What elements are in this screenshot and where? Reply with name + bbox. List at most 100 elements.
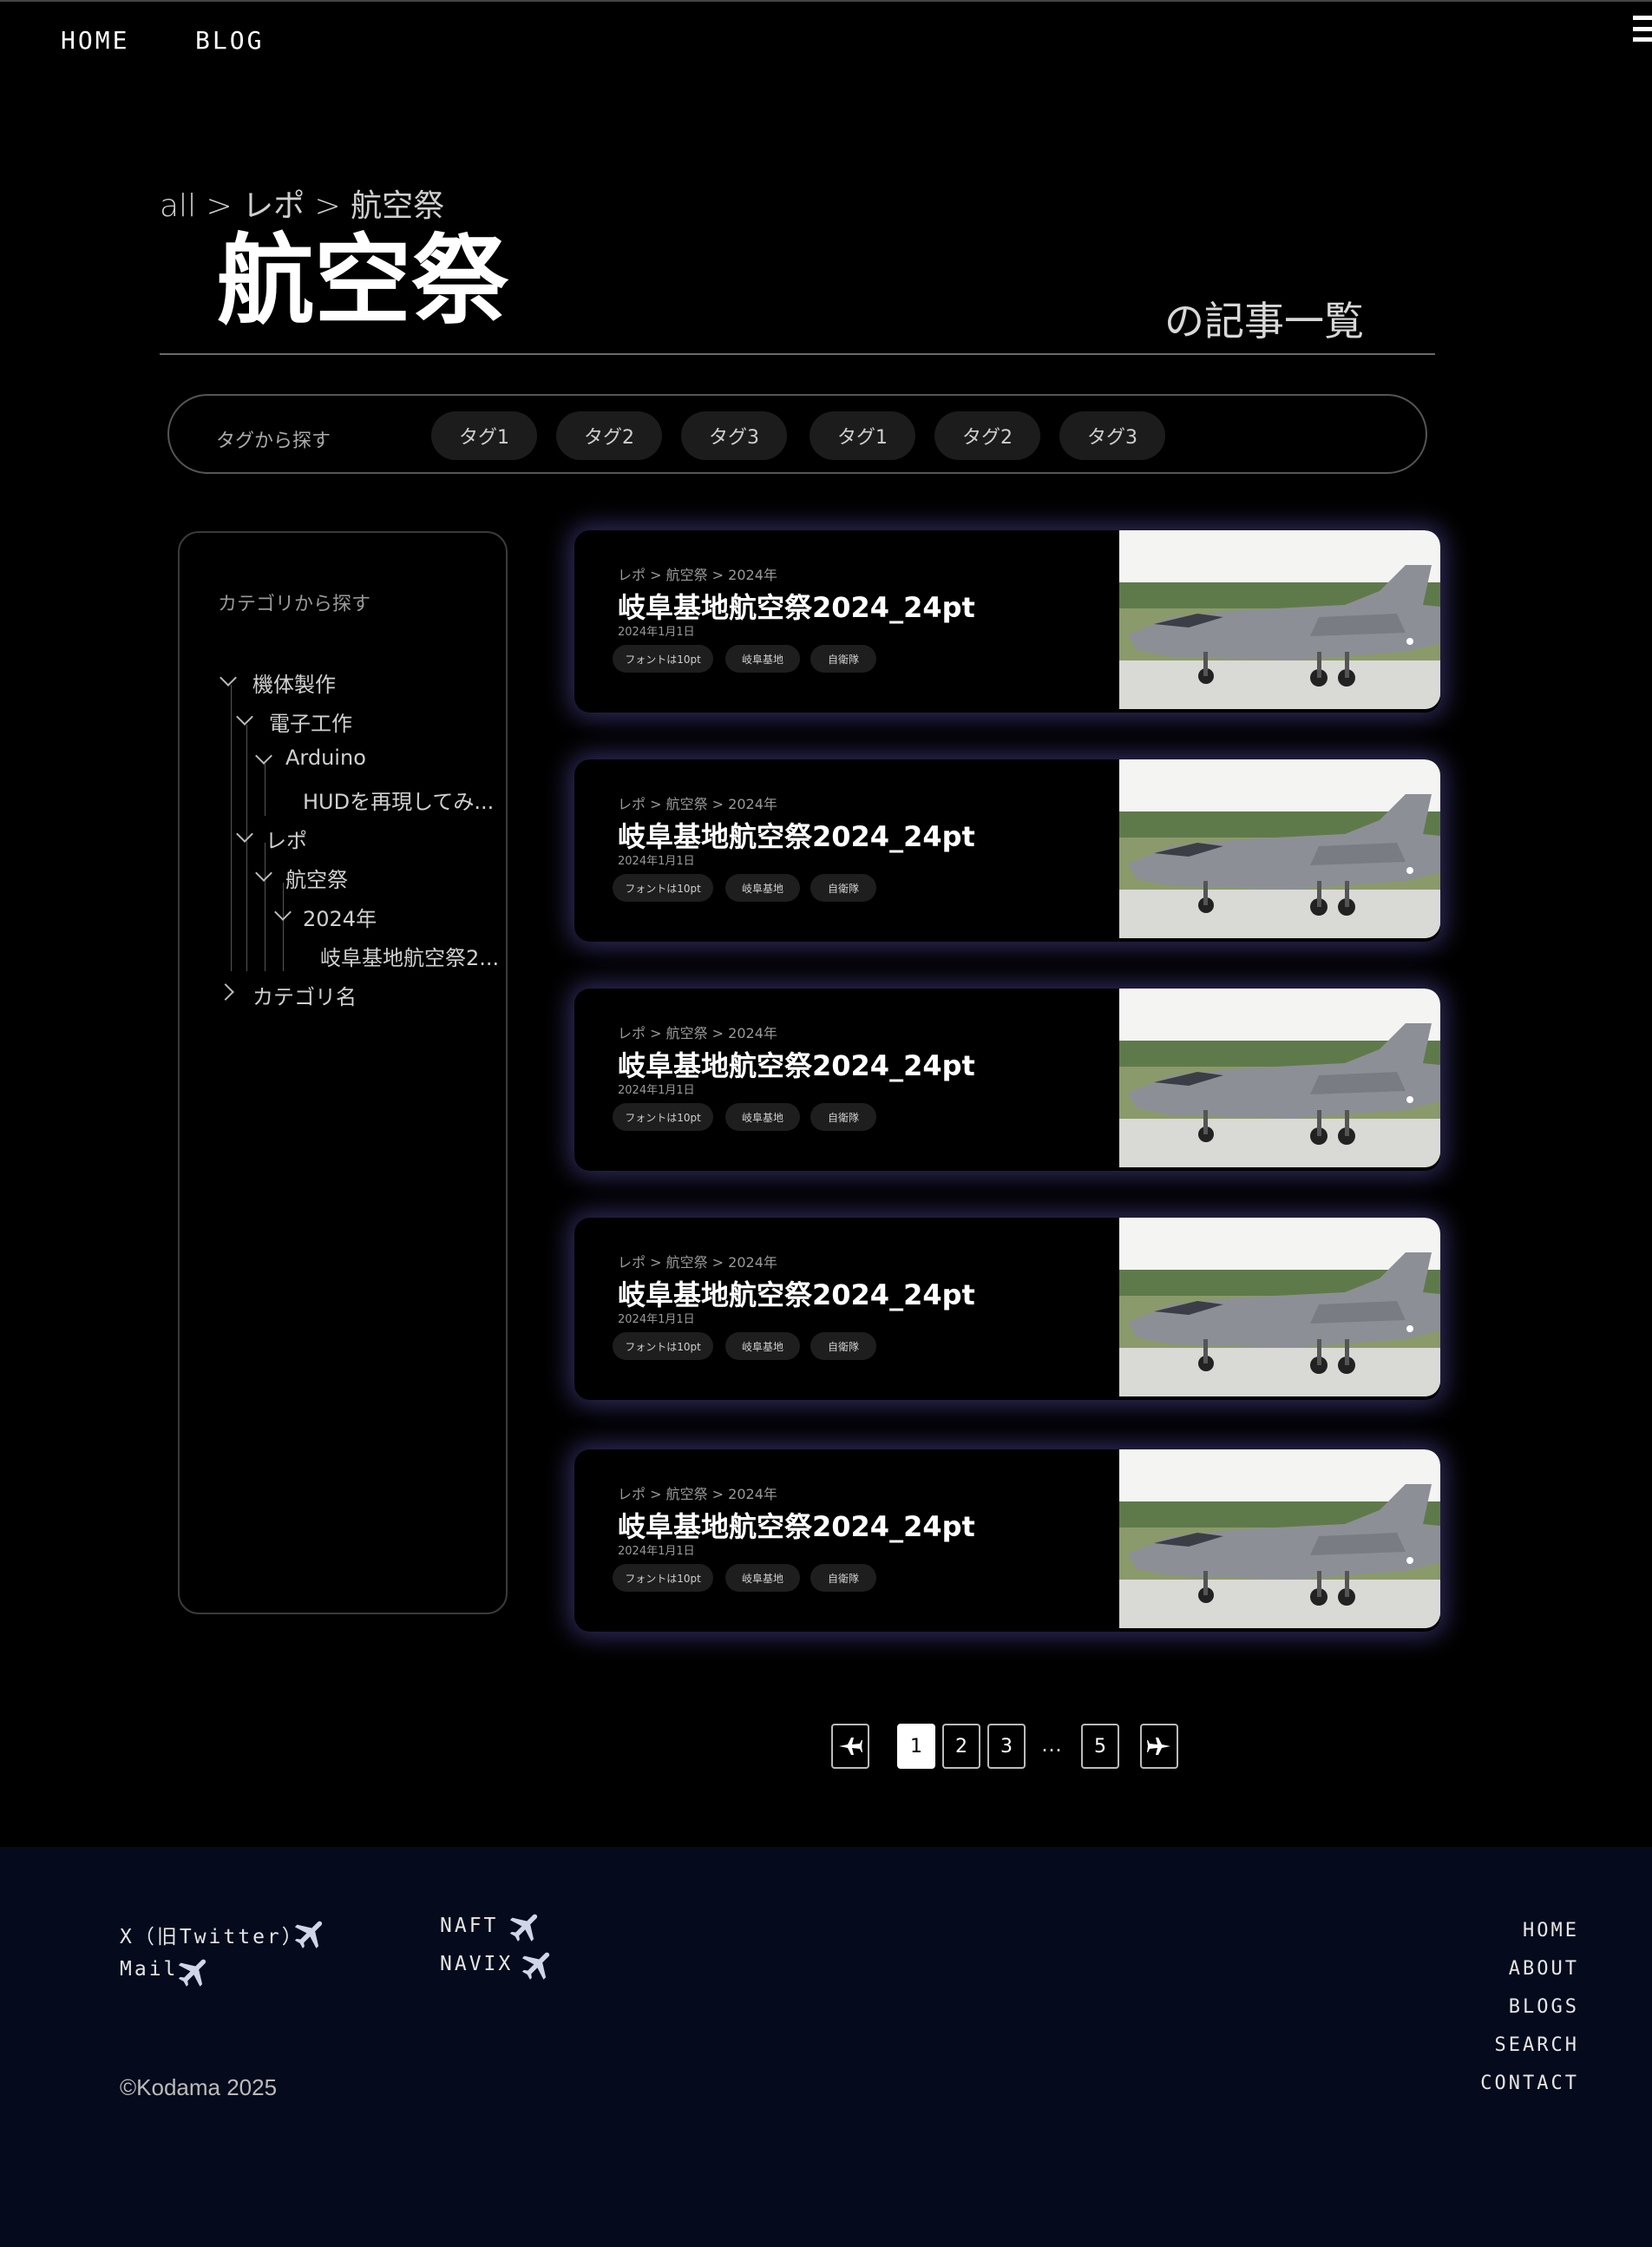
article-thumbnail[interactable] (1119, 530, 1440, 709)
page-button-1[interactable]: 1 (897, 1724, 935, 1769)
article-date: 2024年1月1日 (618, 626, 695, 639)
article-thumbnail[interactable] (1119, 989, 1440, 1167)
tree-guide-line (246, 725, 247, 971)
plane-left-icon (839, 1738, 862, 1755)
article-tag[interactable]: 岐阜基地 (725, 645, 800, 673)
article-title[interactable]: 岐阜基地航空祭2024_24pt (618, 1505, 975, 1545)
footer-search-link[interactable]: SEARCH (1495, 2034, 1579, 2056)
tree-item-label[interactable]: 2024年 (303, 902, 377, 932)
footer-x-twitter-link[interactable]: X（旧Twitter） (120, 1920, 305, 1949)
tree-guide-line (231, 685, 232, 971)
category-sidebar: カテゴリから探す 機体製作 電子工作 Arduino HUDを再現してみ... … (178, 531, 508, 1614)
tree-guide-line (283, 883, 284, 971)
article-breadcrumb: レポ > 航空祭 > 2024年 (618, 796, 777, 812)
article-date: 2024年1月1日 (618, 1313, 695, 1326)
footer-navix-link[interactable]: NAVIX (440, 1953, 513, 1975)
article-title[interactable]: 岐阜基地航空祭2024_24pt (618, 586, 975, 626)
tree-item-label[interactable]: カテゴリ名 (252, 980, 357, 1010)
article-card[interactable]: レポ > 航空祭 > 2024年 岐阜基地航空祭2024_24pt 2024年1… (574, 1218, 1440, 1400)
next-page-button[interactable] (1140, 1724, 1178, 1769)
tag-filter-label: タグから探す (216, 430, 331, 452)
top-border (0, 0, 1652, 2)
title-divider (160, 353, 1435, 355)
article-tag[interactable]: フォントは10pt (613, 645, 713, 673)
article-title[interactable]: 岐阜基地航空祭2024_24pt (618, 815, 975, 855)
article-card[interactable]: レポ > 航空祭 > 2024年 岐阜基地航空祭2024_24pt 2024年1… (574, 759, 1440, 942)
tree-item-label[interactable]: 機体製作 (252, 667, 336, 698)
article-title[interactable]: 岐阜基地航空祭2024_24pt (618, 1044, 975, 1084)
tree-item-label[interactable]: HUDを再現してみ... (303, 785, 494, 815)
site-footer (0, 1847, 1652, 2247)
article-card[interactable]: レポ > 航空祭 > 2024年 岐阜基地航空祭2024_24pt 2024年1… (574, 989, 1440, 1171)
airplane-icon (294, 1921, 323, 1948)
article-tag[interactable]: フォントは10pt (613, 1564, 713, 1592)
article-card[interactable]: レポ > 航空祭 > 2024年 岐阜基地航空祭2024_24pt 2024年1… (574, 1449, 1440, 1632)
article-tag[interactable]: 岐阜基地 (725, 1332, 800, 1360)
tag-pill[interactable]: タグ3 (1059, 411, 1165, 460)
tree-item-label[interactable]: 航空祭 (285, 863, 348, 893)
article-tag[interactable]: フォントは10pt (613, 1103, 713, 1131)
article-tag[interactable]: 自衛隊 (810, 1332, 876, 1360)
chevron-down-icon[interactable] (220, 669, 237, 687)
article-tag[interactable]: 岐阜基地 (725, 1103, 800, 1131)
tree-item-label[interactable]: Arduino (285, 746, 366, 770)
article-thumbnail[interactable] (1119, 759, 1440, 938)
chevron-down-icon[interactable] (236, 825, 253, 843)
nav-blog-link[interactable]: BLOG (195, 26, 264, 55)
footer-home-link[interactable]: HOME (1523, 1920, 1579, 1941)
tag-pill[interactable]: タグ2 (934, 411, 1040, 460)
article-date: 2024年1月1日 (618, 1084, 695, 1097)
article-tag[interactable]: 自衛隊 (810, 1103, 876, 1131)
article-tag[interactable]: 自衛隊 (810, 1564, 876, 1592)
tag-pill[interactable]: タグ1 (810, 411, 915, 460)
article-breadcrumb: レポ > 航空祭 > 2024年 (618, 1254, 777, 1271)
tag-filter-bar: タグから探す タグ1 タグ2 タグ3 タグ1 タグ2 タグ3 (167, 394, 1427, 474)
article-tag[interactable]: フォントは10pt (613, 1332, 713, 1360)
article-tag[interactable]: 岐阜基地 (725, 1564, 800, 1592)
plane-right-icon (1147, 1738, 1170, 1755)
tree-guide-line (265, 764, 266, 816)
airplane-icon (509, 1914, 538, 1941)
footer-mail-link[interactable]: Mail (120, 1958, 178, 1981)
tree-guide-line (265, 843, 266, 971)
chevron-down-icon[interactable] (236, 708, 253, 726)
page-button-3[interactable]: 3 (987, 1724, 1026, 1769)
tag-pill[interactable]: タグ1 (431, 411, 537, 460)
tree-item-label[interactable]: 岐阜基地航空祭2... (320, 941, 499, 971)
copyright: ©Kodama 2025 (120, 2074, 278, 2100)
article-thumbnail[interactable] (1119, 1218, 1440, 1396)
page-button-5[interactable]: 5 (1081, 1724, 1119, 1769)
tree-item-label[interactable]: 電子工作 (269, 706, 352, 737)
hamburger-menu-icon[interactable] (1633, 16, 1652, 42)
page-subtitle: の記事一覧 (1164, 298, 1364, 345)
article-thumbnail[interactable] (1119, 1449, 1440, 1628)
page-button-2[interactable]: 2 (942, 1724, 980, 1769)
article-card[interactable]: レポ > 航空祭 > 2024年 岐阜基地航空祭2024_24pt 2024年1… (574, 530, 1440, 713)
article-tag[interactable]: 自衛隊 (810, 645, 876, 673)
chevron-down-icon[interactable] (255, 747, 272, 765)
article-breadcrumb: レポ > 航空祭 > 2024年 (618, 1025, 777, 1041)
chevron-down-icon[interactable] (255, 864, 272, 882)
pagination-ellipsis: … (1041, 1732, 1064, 1757)
footer-blogs-link[interactable]: BLOGS (1509, 1996, 1579, 2018)
footer-contact-link[interactable]: CONTACT (1480, 2073, 1579, 2094)
page-title: 航空祭 (217, 225, 508, 338)
chevron-down-icon[interactable] (274, 903, 292, 921)
sidebar-title: カテゴリから探す (218, 594, 371, 615)
article-tag[interactable]: 岐阜基地 (725, 874, 800, 902)
airplane-icon (178, 1959, 206, 1987)
airplane-icon (521, 1952, 550, 1980)
tree-item-label[interactable]: レポ (266, 824, 307, 854)
tag-pill[interactable]: タグ3 (681, 411, 787, 460)
nav-home-link[interactable]: HOME (61, 26, 129, 55)
article-tag[interactable]: 自衛隊 (810, 874, 876, 902)
prev-page-button[interactable] (831, 1724, 869, 1769)
article-title[interactable]: 岐阜基地航空祭2024_24pt (618, 1273, 975, 1313)
tag-pill[interactable]: タグ2 (556, 411, 662, 460)
footer-about-link[interactable]: ABOUT (1509, 1958, 1579, 1980)
chevron-right-icon[interactable] (217, 983, 234, 1001)
article-tag[interactable]: フォントは10pt (613, 874, 713, 902)
breadcrumb: all > レポ > 航空祭 (160, 188, 445, 224)
article-date: 2024年1月1日 (618, 855, 695, 868)
footer-naft-link[interactable]: NAFT (440, 1915, 498, 1937)
